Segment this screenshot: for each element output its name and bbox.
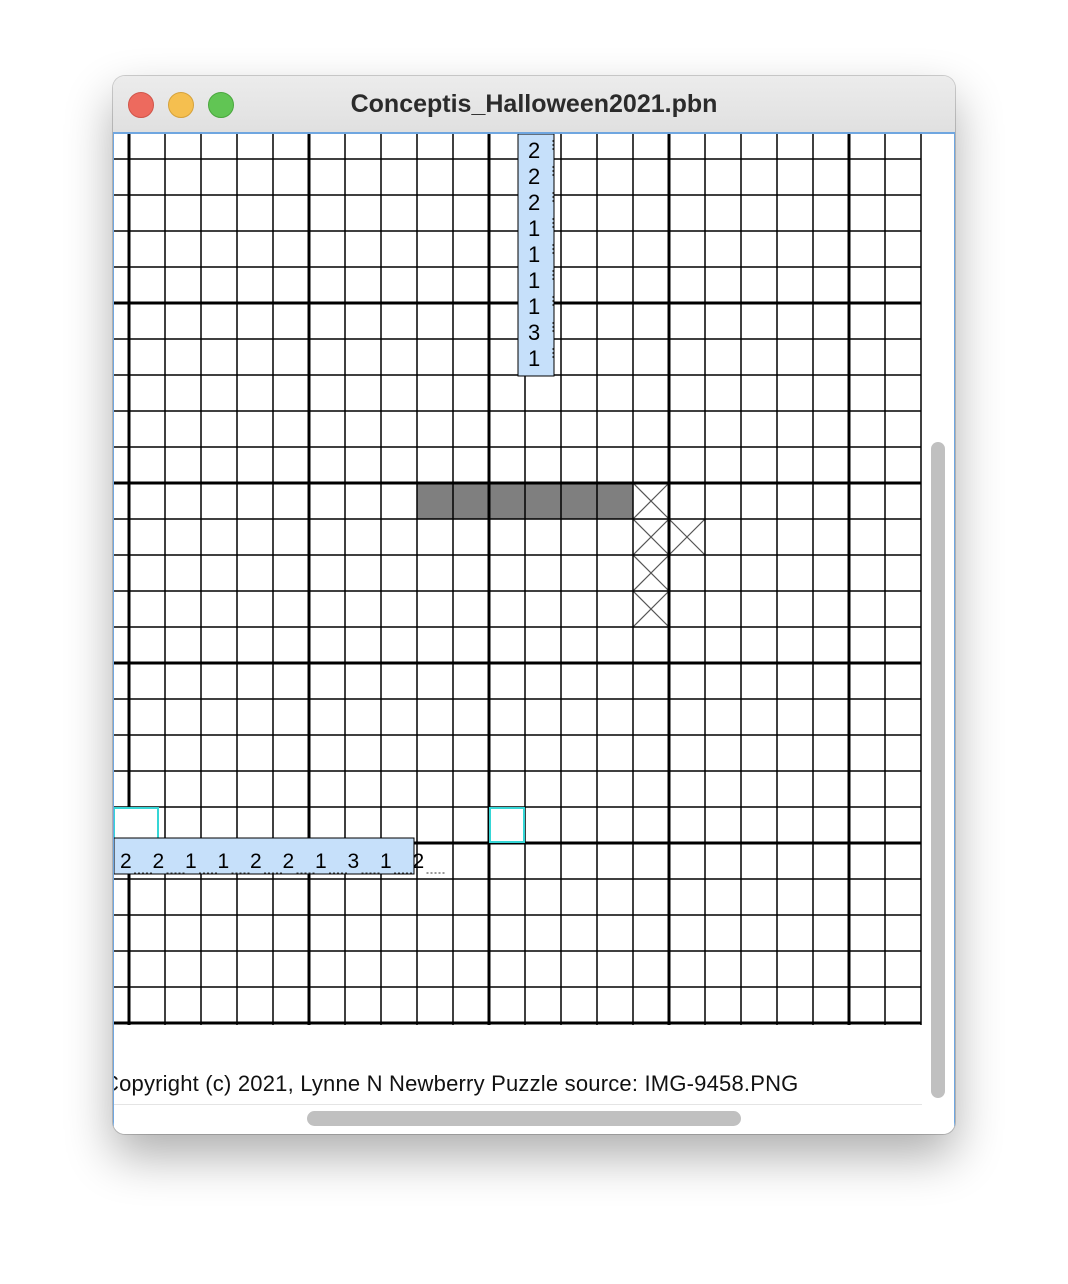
crossed-cell xyxy=(632,482,670,520)
filled-cell xyxy=(453,483,489,519)
title-bar[interactable]: Conceptis_Halloween2021.pbn xyxy=(113,76,955,133)
column-clue-number: 2 xyxy=(528,190,540,215)
column-clue-number: 3 xyxy=(528,320,540,345)
copyright-text: Copyright (c) 2021, Lynne N Newberry Puz… xyxy=(114,1071,799,1096)
puzzle-view[interactable]: 2221111312211221312 Copyright (c) 2021, … xyxy=(113,132,955,1134)
horizontal-scrollbar[interactable] xyxy=(307,1111,741,1126)
column-clue-number: 1 xyxy=(528,216,540,241)
filled-cell xyxy=(417,483,453,519)
cursor-highlight xyxy=(489,807,525,843)
status-bar: Copyright (c) 2021, Lynne N Newberry Puz… xyxy=(114,1066,922,1105)
window-title: Conceptis_Halloween2021.pbn xyxy=(350,90,718,118)
column-clue-number: 1 xyxy=(528,268,540,293)
column-clue-number: 1 xyxy=(528,346,540,371)
row-clue-number: 1 xyxy=(218,850,230,873)
column-clue-number: 1 xyxy=(528,294,540,319)
row-clue-number: 2 xyxy=(120,850,132,873)
row-clue-number: 2 xyxy=(250,850,262,873)
row-clue-number: 2 xyxy=(153,850,165,873)
row-clue-number: 1 xyxy=(380,850,392,873)
filled-cell xyxy=(597,483,633,519)
crossed-cell xyxy=(632,554,670,592)
filled-cell xyxy=(525,483,561,519)
row-clue-number: 1 xyxy=(315,850,327,873)
column-clue-number: 1 xyxy=(528,242,540,267)
row-clue-number: 2 xyxy=(413,850,425,873)
cursor-highlight xyxy=(114,807,159,843)
row-clue-number: 3 xyxy=(348,850,360,873)
crossed-cell xyxy=(668,518,706,556)
puzzle-grid[interactable]: 2221111312 2 1 1 2 2 1 3 1 2 xyxy=(114,134,924,1066)
app-window: Conceptis_Halloween2021.pbn 222111131221… xyxy=(113,76,955,1134)
vertical-scrollbar[interactable] xyxy=(931,442,945,1098)
crossed-cell xyxy=(632,590,670,628)
row-clue-number: 2 xyxy=(283,850,295,873)
column-clue-number: 2 xyxy=(528,138,540,163)
row-clue-number: 1 xyxy=(185,850,197,873)
filled-cell xyxy=(489,483,525,519)
column-clue-number: 2 xyxy=(528,164,540,189)
crossed-cell xyxy=(632,518,670,556)
filled-cell xyxy=(561,483,597,519)
